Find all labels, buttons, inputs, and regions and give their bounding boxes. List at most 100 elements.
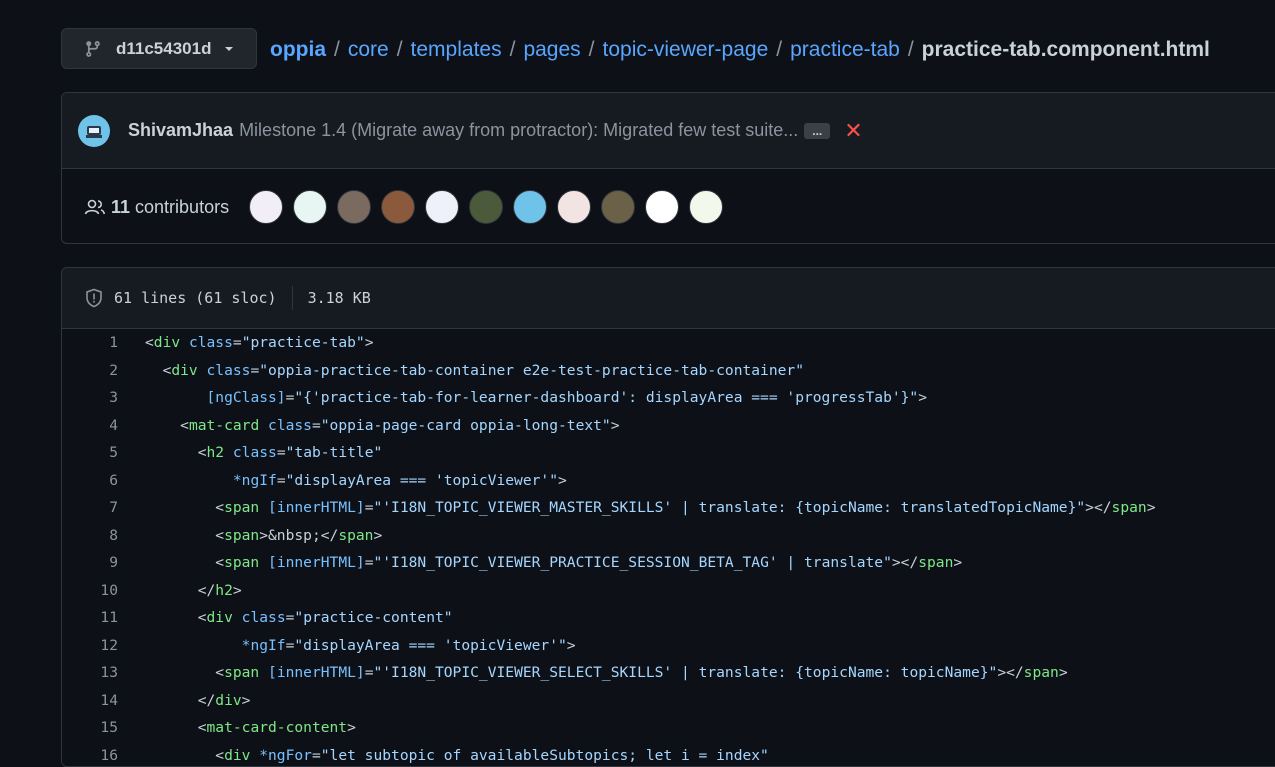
contributor-avatar[interactable] <box>557 190 591 224</box>
line-number[interactable]: 6 <box>62 472 118 489</box>
contributor-avatar[interactable] <box>249 190 283 224</box>
contributor-avatar[interactable] <box>381 190 415 224</box>
breadcrumb-practice-tab[interactable]: practice-tab <box>790 38 900 62</box>
line-number[interactable]: 7 <box>62 499 118 516</box>
code-line: 4 <mat-card class="oppia-page-card oppia… <box>62 412 1275 440</box>
code-token: "oppia-practice-tab-container e2e-test-p… <box>259 362 804 379</box>
code-token: mat-card <box>189 417 259 434</box>
branch-select-button[interactable]: d11c54301d <box>61 28 257 69</box>
code-token: > <box>1059 664 1068 681</box>
code-token <box>145 637 242 654</box>
line-number[interactable]: 1 <box>62 334 118 351</box>
line-source: <div *ngFor="let subtopic of availableSu… <box>118 747 769 764</box>
contributor-count[interactable]: 11 <box>111 197 130 218</box>
file-size: 3.18 KB <box>308 289 371 307</box>
code-token: span <box>1112 499 1147 516</box>
line-source: <h2 class="tab-title" <box>118 444 382 461</box>
code-token: > <box>918 389 927 406</box>
line-source: <div class="practice-content" <box>118 609 453 626</box>
branch-name: d11c54301d <box>116 39 211 59</box>
line-number[interactable]: 16 <box>62 747 118 764</box>
code-token: > <box>347 719 356 736</box>
line-source: <span [innerHTML]="'I18N_TOPIC_VIEWER_SE… <box>118 664 1068 681</box>
code-token: *ngIf <box>233 472 277 489</box>
code-token: "practice-tab" <box>242 334 365 351</box>
commit-message[interactable]: Milestone 1.4 (Migrate away from protrac… <box>239 120 798 141</box>
code-token: > <box>233 582 242 599</box>
code-token: span <box>918 554 953 571</box>
breadcrumb-file-name: practice-tab.component.html <box>922 38 1210 62</box>
code-token: < <box>145 664 224 681</box>
breadcrumb-pages[interactable]: pages <box>523 38 580 62</box>
contributor-avatar[interactable] <box>689 190 723 224</box>
code-token: > <box>558 472 567 489</box>
code-token <box>224 444 233 461</box>
contributor-avatar[interactable] <box>601 190 635 224</box>
code-token: div <box>224 747 250 764</box>
breadcrumb-topic-viewer-page[interactable]: topic-viewer-page <box>603 38 769 62</box>
avatar[interactable] <box>78 115 110 147</box>
line-number[interactable]: 9 <box>62 554 118 571</box>
code-token: span <box>224 499 259 516</box>
code-token: < <box>145 554 224 571</box>
code-token: = <box>277 444 286 461</box>
code-token: class <box>268 417 312 434</box>
code-token: h2 <box>215 582 233 599</box>
code-token: < <box>145 334 154 351</box>
code-line: 5 <h2 class="tab-title" <box>62 439 1275 467</box>
code-token <box>259 417 268 434</box>
breadcrumb-templates[interactable]: templates <box>411 38 502 62</box>
code-token: *ngFor <box>259 747 312 764</box>
people-icon <box>84 198 106 216</box>
line-number[interactable]: 11 <box>62 609 118 626</box>
code-token <box>259 664 268 681</box>
check-failed-icon[interactable]: ✕ <box>844 118 862 144</box>
line-source: <div class="oppia-practice-tab-container… <box>118 362 804 379</box>
code-line: 3 [ngClass]="{'practice-tab-for-learner-… <box>62 384 1275 412</box>
line-number[interactable]: 4 <box>62 417 118 434</box>
line-number[interactable]: 14 <box>62 692 118 709</box>
line-source: *ngIf="displayArea === 'topicViewer'"> <box>118 637 576 654</box>
contributors-label[interactable]: contributors <box>135 197 229 218</box>
code-token: class <box>242 609 286 626</box>
code-token: = <box>250 362 259 379</box>
file-info-bar: 61 lines (61 sloc) 3.18 KB <box>62 268 1275 329</box>
expand-commit-button[interactable]: ... <box>804 123 830 139</box>
line-number[interactable]: 10 <box>62 582 118 599</box>
code-token: </ <box>145 582 215 599</box>
code-token <box>145 389 207 406</box>
line-number[interactable]: 2 <box>62 362 118 379</box>
contributor-avatar[interactable] <box>469 190 503 224</box>
code-token: span <box>224 664 259 681</box>
line-number[interactable]: 8 <box>62 527 118 544</box>
contributor-avatar[interactable] <box>425 190 459 224</box>
code-token: div <box>154 334 180 351</box>
code-line: 14 </div> <box>62 687 1275 715</box>
line-number[interactable]: 3 <box>62 389 118 406</box>
code-token: > <box>611 417 620 434</box>
code-line: 9 <span [innerHTML]="'I18N_TOPIC_VIEWER_… <box>62 549 1275 577</box>
shield-icon[interactable] <box>84 288 104 308</box>
line-number[interactable]: 12 <box>62 637 118 654</box>
breadcrumb-core[interactable]: core <box>348 38 389 62</box>
code-line: 2 <div class="oppia-practice-tab-contain… <box>62 357 1275 385</box>
contributor-avatar[interactable] <box>645 190 679 224</box>
caret-down-icon <box>223 43 235 55</box>
code-token: < <box>145 417 189 434</box>
contributor-avatar[interactable] <box>337 190 371 224</box>
code-token: < <box>145 499 224 516</box>
contributor-avatar[interactable] <box>513 190 547 224</box>
code-token: "'I18N_TOPIC_VIEWER_SELECT_SKILLS' | tra… <box>373 664 997 681</box>
code-token: [innerHTML] <box>268 554 365 571</box>
commit-author[interactable]: ShivamJhaa <box>128 120 233 141</box>
breadcrumb-root[interactable]: oppia <box>270 38 326 62</box>
line-number[interactable]: 13 <box>62 664 118 681</box>
line-source: <div class="practice-tab"> <box>118 334 374 351</box>
line-number[interactable]: 15 <box>62 719 118 736</box>
code-token: "displayArea === 'topicViewer'" <box>286 472 558 489</box>
line-number[interactable]: 5 <box>62 444 118 461</box>
code-token: ></ <box>1085 499 1111 516</box>
code-token <box>233 609 242 626</box>
code-line: 1<div class="practice-tab"> <box>62 329 1275 357</box>
contributor-avatar[interactable] <box>293 190 327 224</box>
